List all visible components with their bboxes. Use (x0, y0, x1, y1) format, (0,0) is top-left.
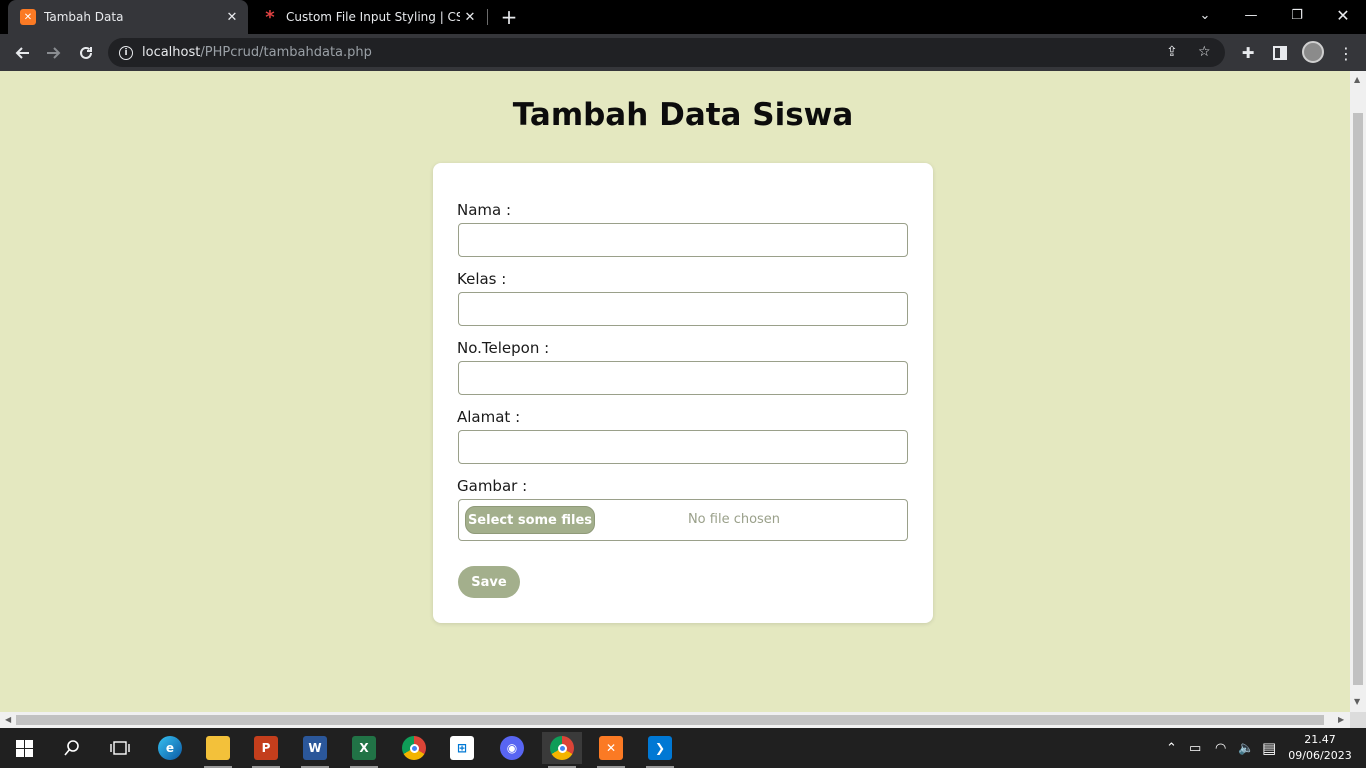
vscode-icon: ❯ (648, 736, 672, 760)
scroll-left-arrow-icon[interactable]: ◀ (5, 715, 11, 724)
discord-taskbar-button[interactable]: ◉ (492, 732, 532, 764)
telepon-label: No.Telepon : (457, 339, 550, 357)
xampp-icon: ✕ (599, 736, 623, 760)
alamat-label: Alamat : (457, 408, 521, 426)
menu-kebab-icon[interactable]: ⋮ (1333, 40, 1359, 66)
chrome-profile-icon (550, 736, 574, 760)
restore-button[interactable]: ❐ (1274, 0, 1320, 30)
powerpoint-taskbar-button[interactable]: P (246, 732, 286, 768)
horizontal-scrollbar[interactable]: ◀ ▶ (0, 712, 1350, 728)
clock-time: 21.47 (1304, 733, 1336, 746)
search-icon (64, 740, 79, 756)
kelas-input[interactable] (458, 292, 908, 326)
extensions-puzzle-icon[interactable]: ✚ (1235, 40, 1261, 66)
back-button[interactable] (9, 40, 35, 66)
scroll-right-arrow-icon[interactable]: ▶ (1338, 715, 1344, 724)
windows-taskbar: e P W X ⊞ ◉ ✕ ❯ ⌃ ▭ ◠ 🔈 ▤ 21.47 09/06/20… (0, 728, 1366, 768)
address-bar[interactable]: i localhost/PHPcrud/tambahdata.php ⇪ ☆ (108, 38, 1225, 67)
site-info-icon[interactable]: i (119, 45, 133, 60)
speaker-muted-icon[interactable]: 🔈 (1238, 728, 1254, 768)
side-panel-icon (1273, 46, 1287, 60)
kelas-label: Kelas : (457, 270, 507, 288)
page-viewport: Tambah Data Siswa Nama : Kelas : No.Tele… (0, 71, 1350, 712)
bookmark-star-icon[interactable]: ☆ (1198, 44, 1211, 60)
forward-arrow-icon (47, 47, 61, 59)
nama-label: Nama : (457, 201, 512, 219)
back-arrow-icon (15, 47, 29, 59)
url-path: /PHPcrud/tambahdata.php (200, 45, 372, 60)
close-icon[interactable]: ✕ (460, 7, 480, 27)
reload-icon (80, 46, 92, 59)
select-files-button[interactable]: Select some files (465, 506, 595, 534)
show-hidden-icons-chevron-icon[interactable]: ⌃ (1166, 728, 1177, 768)
url-text: localhost/PHPcrud/tambahdata.php (142, 45, 372, 60)
close-icon[interactable]: ✕ (222, 7, 242, 27)
close-window-button[interactable]: ✕ (1320, 0, 1366, 30)
add-student-form: Nama : Kelas : No.Telepon : Alamat : Gam… (433, 163, 933, 623)
chrome-profile-taskbar-button[interactable] (542, 732, 582, 768)
alamat-input[interactable] (458, 430, 908, 464)
chrome-icon (402, 736, 426, 760)
side-panel-button[interactable] (1267, 40, 1293, 66)
file-explorer-taskbar-button[interactable] (198, 732, 238, 768)
tab-title: Custom File Input Styling | CSS-Tr (286, 10, 460, 24)
vertical-scrollbar[interactable]: ▲ ▼ (1350, 71, 1366, 712)
edge-taskbar-button[interactable]: e (150, 732, 190, 764)
scroll-down-arrow-icon[interactable]: ▼ (1354, 697, 1360, 706)
notification-icon[interactable]: ▤ (1262, 728, 1276, 768)
reload-button[interactable] (73, 40, 99, 66)
page-title: Tambah Data Siswa (512, 97, 854, 133)
gambar-label: Gambar : (457, 477, 528, 495)
word-taskbar-button[interactable]: W (295, 732, 335, 768)
microsoft-store-icon: ⊞ (450, 736, 474, 760)
task-view-icon (110, 741, 130, 755)
windows-start-icon (15, 739, 33, 757)
wifi-icon[interactable]: ◠ (1215, 728, 1226, 768)
save-button[interactable]: Save (458, 566, 520, 598)
tab-tambah-data[interactable]: ✕ Tambah Data ✕ (8, 0, 248, 34)
browser-toolbar: i localhost/PHPcrud/tambahdata.php ⇪ ☆ ✚… (0, 34, 1366, 71)
word-icon: W (303, 736, 327, 760)
microsoft-store-taskbar-button[interactable]: ⊞ (442, 732, 482, 764)
gambar-file-input[interactable]: Select some files No file chosen (458, 499, 908, 541)
forward-button[interactable] (41, 40, 67, 66)
discord-icon: ◉ (500, 736, 524, 760)
scroll-up-arrow-icon[interactable]: ▲ (1354, 75, 1360, 84)
vscode-taskbar-button[interactable]: ❯ (640, 732, 680, 768)
battery-icon[interactable]: ▭ (1189, 728, 1201, 768)
xampp-taskbar-button[interactable]: ✕ (591, 732, 631, 768)
vertical-scroll-thumb[interactable] (1353, 113, 1363, 685)
url-host: localhost (142, 45, 201, 60)
excel-icon: X (352, 736, 376, 760)
taskbar-clock[interactable]: 21.47 09/06/2023 (1285, 732, 1355, 764)
browser-tab-strip: ✕ Tambah Data ✕ * Custom File Input Styl… (0, 0, 1366, 34)
task-view-button[interactable] (100, 732, 140, 764)
tab-divider (487, 9, 488, 25)
edge-icon: e (158, 736, 182, 760)
chrome-taskbar-button[interactable] (394, 732, 434, 764)
new-tab-button[interactable]: + (498, 5, 520, 29)
nama-input[interactable] (458, 223, 908, 257)
powerpoint-icon: P (254, 736, 278, 760)
xampp-icon: ✕ (20, 9, 36, 25)
minimize-button[interactable]: — (1228, 0, 1274, 30)
tab-title: Tambah Data (44, 10, 124, 24)
scrollbar-corner (1350, 712, 1366, 728)
excel-taskbar-button[interactable]: X (344, 732, 384, 768)
file-explorer-icon (206, 736, 230, 760)
telepon-input[interactable] (458, 361, 908, 395)
search-button[interactable] (52, 732, 92, 764)
horizontal-scroll-thumb[interactable] (16, 715, 1324, 725)
css-tricks-icon: * (265, 6, 275, 28)
tab-custom-file-input[interactable]: * Custom File Input Styling | CSS-Tr ✕ (250, 0, 486, 34)
profile-avatar[interactable] (1302, 41, 1324, 63)
windows-start-button[interactable] (4, 732, 44, 764)
clock-date: 09/06/2023 (1288, 749, 1352, 762)
share-icon[interactable]: ⇪ (1166, 44, 1178, 60)
tab-search-button[interactable]: ⌄ (1182, 0, 1228, 30)
file-status-text: No file chosen (687, 512, 781, 527)
